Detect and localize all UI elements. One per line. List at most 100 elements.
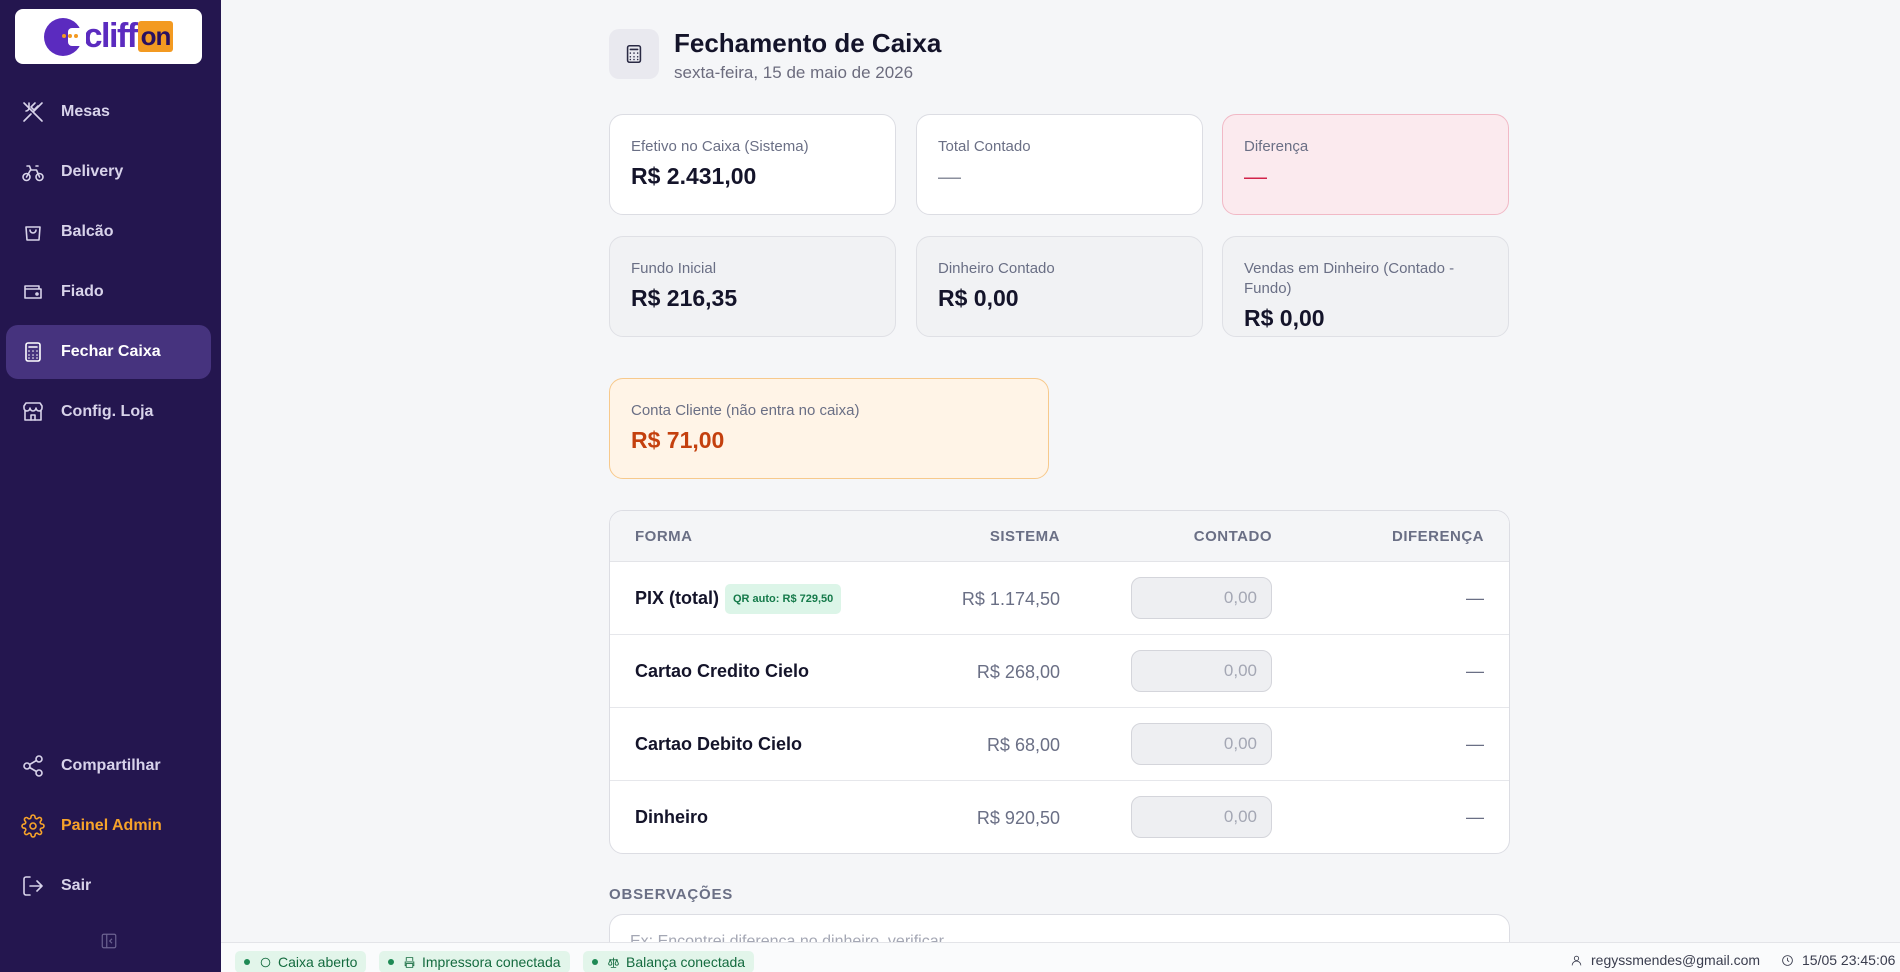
- observacoes-label: OBSERVAÇÕES: [609, 886, 734, 903]
- table-row: Cartao Debito Cielo R$ 68,00 —: [610, 708, 1509, 781]
- card-label: Efetivo no Caixa (Sistema): [631, 138, 809, 155]
- sidebar-item-delivery[interactable]: Delivery: [6, 145, 211, 199]
- header-icon-box: [609, 29, 659, 79]
- contado-input-dinheiro[interactable]: [1131, 796, 1272, 838]
- printer-icon: [404, 956, 415, 968]
- sidebar-item-painel-admin[interactable]: Painel Admin: [6, 799, 211, 853]
- status-chip-balanca: Balança conectada: [583, 951, 755, 972]
- card-value: —: [1244, 163, 1267, 189]
- brand-logo[interactable]: cliff on: [15, 9, 202, 64]
- logo-suffix: on: [137, 21, 174, 52]
- wallet-icon: [24, 285, 42, 299]
- bicycle-icon: [22, 165, 44, 182]
- card-fundo-inicial: Fundo Inicial R$ 216,35: [609, 236, 896, 337]
- sidebar-item-label: Fiado: [61, 283, 104, 300]
- sidebar-item-label: Config. Loja: [61, 403, 154, 420]
- sidebar-item-label: Delivery: [61, 163, 124, 180]
- clock-icon: [1782, 954, 1793, 966]
- table-header: FORMA SISTEMA CONTADO DIFERENÇA: [610, 511, 1509, 562]
- row-forma: Cartao Credito Cielo: [635, 661, 810, 681]
- share-icon: [23, 755, 43, 777]
- calculator-icon: [25, 342, 41, 362]
- payment-methods-table: FORMA SISTEMA CONTADO DIFERENÇA PIX (tot…: [609, 510, 1510, 854]
- card-total-contado: Total Contado —: [916, 114, 1203, 215]
- sidebar-item-label: Compartilhar: [61, 757, 161, 774]
- card-label: Dinheiro Contado: [938, 260, 1055, 277]
- status-clock: 15/05 23:45:06: [1781, 952, 1895, 968]
- shopping-bag-icon: [25, 226, 41, 241]
- row-forma: PIX (total): [635, 588, 719, 608]
- row-sistema: R$ 68,00: [986, 735, 1060, 755]
- status-chip-label: Caixa aberto: [278, 954, 358, 970]
- card-label: Total Contado: [938, 138, 1031, 155]
- row-diferenca: —: [1466, 588, 1484, 608]
- sidebar-item-label: Painel Admin: [61, 817, 162, 834]
- sidebar-item-compartilhar[interactable]: Compartilhar: [6, 739, 211, 793]
- contado-input-pix[interactable]: [1131, 577, 1272, 619]
- sidebar-item-label: Mesas: [61, 103, 110, 120]
- card-value: —: [938, 163, 961, 189]
- logo-text: cliff: [83, 17, 138, 55]
- store-icon: [23, 402, 43, 421]
- row-diferenca: —: [1466, 661, 1484, 681]
- card-conta-cliente: Conta Cliente (não entra no caixa) R$ 71…: [609, 378, 1049, 479]
- status-dot: [244, 959, 250, 965]
- logout-icon: [23, 876, 43, 896]
- page-title: Fechamento de Caixa: [674, 28, 942, 58]
- sidebar-item-label: Sair: [61, 877, 92, 894]
- card-vendas-dinheiro: Vendas em Dinheiro (Contado - Fundo) R$ …: [1222, 236, 1509, 337]
- status-chip-label: Impressora conectada: [422, 954, 561, 970]
- status-chip-label: Balança conectada: [626, 954, 746, 970]
- status-dot: [592, 959, 598, 965]
- sidebar-item-fiado[interactable]: Fiado: [6, 265, 211, 319]
- utensils-icon: [23, 102, 43, 122]
- column-header-sistema: SISTEMA: [989, 528, 1060, 545]
- table-row: Dinheiro R$ 920,50 —: [610, 781, 1509, 853]
- card-dinheiro-contado: Dinheiro Contado R$ 0,00: [916, 236, 1203, 337]
- user-icon: [1571, 955, 1582, 965]
- status-dot: [388, 959, 394, 965]
- main-content: Fechamento de Caixa sexta-feira, 15 de m…: [221, 0, 1900, 942]
- card-efetivo-caixa: Efetivo no Caixa (Sistema) R$ 2.431,00: [609, 114, 896, 215]
- row-diferenca: —: [1466, 807, 1484, 827]
- sidebar-item-config-loja[interactable]: Config. Loja: [6, 385, 211, 439]
- qr-auto-badge: QR auto: R$ 729,50: [725, 584, 842, 614]
- sidebar-item-label: Fechar Caixa: [61, 343, 161, 360]
- contado-input-credito[interactable]: [1131, 650, 1272, 692]
- card-value: R$ 0,00: [1244, 305, 1325, 331]
- calculator-icon: [626, 44, 642, 64]
- card-value: R$ 71,00: [631, 427, 725, 453]
- gear-icon: [21, 814, 45, 838]
- scale-icon: [608, 957, 619, 968]
- row-sistema: R$ 1.174,50: [961, 589, 1060, 609]
- observacoes-textarea[interactable]: [609, 914, 1510, 942]
- card-value: R$ 0,00: [938, 285, 1019, 311]
- sidebar-item-mesas[interactable]: Mesas: [6, 85, 211, 139]
- sidebar: cliff on Mesas Delivery Balcão Fiado Fec…: [0, 0, 221, 972]
- circle-icon: [260, 957, 271, 967]
- card-label: Diferença: [1244, 138, 1309, 155]
- status-bar: Caixa aberto Impressora conectada Balanç…: [221, 942, 1900, 972]
- column-header-diferenca: DIFERENÇA: [1391, 528, 1484, 545]
- logo-c-mark: [43, 17, 86, 56]
- card-value: R$ 2.431,00: [631, 163, 757, 189]
- card-label: Conta Cliente (não entra no caixa): [631, 402, 860, 419]
- column-header-contado: CONTADO: [1193, 528, 1272, 545]
- status-chip-impressora: Impressora conectada: [379, 951, 570, 972]
- row-forma: Dinheiro: [635, 807, 709, 827]
- page-date: sexta-feira, 15 de maio de 2026: [674, 63, 914, 82]
- sidebar-item-label: Balcão: [61, 223, 114, 240]
- card-label: Fundo Inicial: [631, 260, 717, 277]
- status-user: regyssmendes@gmail.com: [1570, 952, 1760, 968]
- row-sistema: R$ 268,00: [976, 662, 1060, 682]
- status-datetime: 15/05 23:45:06: [1802, 952, 1896, 968]
- sidebar-collapse-button[interactable]: [100, 932, 118, 950]
- sidebar-item-sair[interactable]: Sair: [6, 859, 211, 913]
- column-header-forma: FORMA: [635, 528, 693, 545]
- sidebar-item-balcao[interactable]: Balcão: [6, 205, 211, 259]
- row-forma: Cartao Debito Cielo: [635, 734, 803, 754]
- contado-input-debito[interactable]: [1131, 723, 1272, 765]
- row-sistema: R$ 920,50: [976, 808, 1060, 828]
- table-row: Cartao Credito Cielo R$ 268,00 —: [610, 635, 1509, 708]
- sidebar-item-fechar-caixa[interactable]: Fechar Caixa: [6, 325, 211, 379]
